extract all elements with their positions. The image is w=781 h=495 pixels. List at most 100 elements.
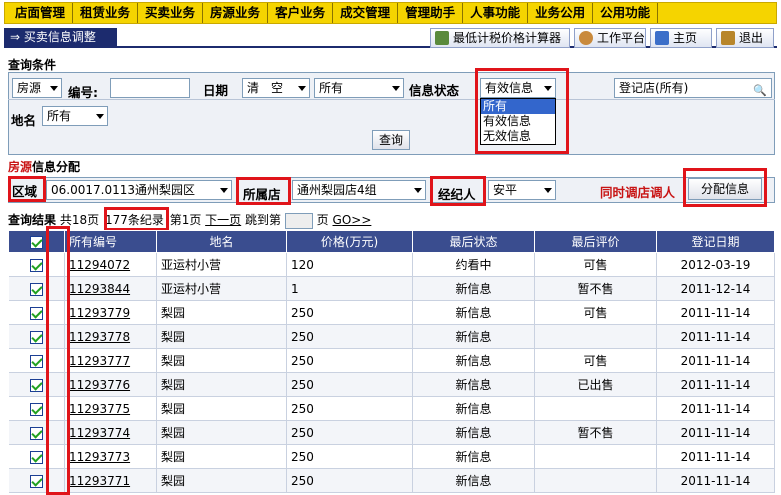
row-checkbox[interactable] <box>29 474 43 488</box>
cell-date: 2011-11-14 <box>656 348 775 373</box>
menu-item-rental[interactable]: 租赁业务 <box>73 3 139 23</box>
cell-price: 250 <box>286 324 413 349</box>
page-title: ⇒ 买卖信息调整 <box>4 28 117 46</box>
page-input[interactable] <box>284 212 313 229</box>
select-all-checkbox[interactable] <box>30 235 43 249</box>
number-input[interactable] <box>110 78 190 98</box>
row-checkbox[interactable] <box>29 450 43 464</box>
go-link[interactable]: GO>> <box>333 213 372 227</box>
table-row[interactable]: 11293773 梨园 250 新信息 2011-11-14 <box>8 444 775 469</box>
cell-last-review: 已出售 <box>534 372 657 397</box>
cell-id[interactable]: 11293773 <box>64 444 157 469</box>
menu-item-deals[interactable]: 成交管理 <box>333 3 399 23</box>
menu-item-business-common[interactable]: 业务公用 <box>528 3 594 23</box>
menu-item-listings[interactable]: 房源业务 <box>203 3 269 23</box>
store-select[interactable]: 通州梨园店4组 <box>292 180 426 200</box>
type-select[interactable]: 房源 <box>12 78 62 98</box>
store-filter-select[interactable]: 登记店(所有) 🔍 <box>614 78 772 98</box>
cell-place: 亚运村小营 <box>156 252 287 277</box>
row-checkbox[interactable] <box>29 282 43 296</box>
listing-id-link[interactable]: 11293778 <box>69 330 130 344</box>
cell-id[interactable]: 11293779 <box>64 300 157 325</box>
menu-item-store[interactable]: 店面管理 <box>5 3 74 23</box>
home-button[interactable]: 主页 <box>650 28 712 48</box>
header-date[interactable]: 登记日期 <box>656 230 775 253</box>
cell-id[interactable]: 11294072 <box>64 252 157 277</box>
cell-price: 250 <box>286 300 413 325</box>
date-label: 日期 <box>203 83 229 98</box>
calculator-button[interactable]: 最低计税价格计算器 <box>430 28 570 48</box>
cell-id[interactable]: 11293844 <box>64 276 157 301</box>
cell-last-review: 暂不售 <box>534 420 657 445</box>
cell-place: 梨园 <box>156 444 287 469</box>
cell-price: 250 <box>286 444 413 469</box>
table-row[interactable]: 11293774 梨园 250 新信息 暂不售 2011-11-14 <box>8 420 775 445</box>
table-body: 11294072 亚运村小营 120 约看中 可售 2012-03-19 11293844 亚… <box>8 252 775 493</box>
table-row[interactable]: 11293776 梨园 250 新信息 已出售 2011-11-14 <box>8 372 775 397</box>
clear-select[interactable]: 清 空 <box>242 78 310 98</box>
results-table: 所有编号 地名 价格(万元) 最后状态 最后评价 登记日期 11294072 亚运… <box>8 230 775 493</box>
menu-item-assistant[interactable]: 管理助手 <box>398 3 464 23</box>
listing-id-link[interactable]: 11293771 <box>69 474 130 488</box>
listing-id-link[interactable]: 11293779 <box>69 306 130 320</box>
row-checkbox[interactable] <box>29 330 43 344</box>
table-row[interactable]: 11293779 梨园 250 新信息 可售 2011-11-14 <box>8 300 775 325</box>
table-row[interactable]: 11293844 亚运村小营 1 新信息 暂不售 2011-12-14 <box>8 276 775 301</box>
cell-id[interactable]: 11293775 <box>64 396 157 421</box>
menu-item-clients[interactable]: 客户业务 <box>268 3 334 23</box>
table-row[interactable]: 11293775 梨园 250 新信息 2011-11-14 <box>8 396 775 421</box>
header-id[interactable]: 所有编号 <box>64 230 157 253</box>
table-row[interactable]: 11293778 梨园 250 新信息 2011-11-14 <box>8 324 775 349</box>
cell-last-review <box>534 324 657 349</box>
next-page-link[interactable]: 下一页 <box>205 213 241 227</box>
row-checkbox[interactable] <box>29 402 43 416</box>
menu-item-hr[interactable]: 人事功能 <box>463 3 529 23</box>
row-checkbox[interactable] <box>29 426 43 440</box>
cell-id[interactable]: 11293771 <box>64 468 157 493</box>
row-checkbox[interactable] <box>29 258 43 272</box>
row-checkbox[interactable] <box>29 354 43 368</box>
cell-id[interactable]: 11293778 <box>64 324 157 349</box>
listing-id-link[interactable]: 11293774 <box>69 426 130 440</box>
area-select[interactable]: 06.0017.0113通州梨园区 <box>46 180 232 200</box>
header-last-status[interactable]: 最后状态 <box>412 230 535 253</box>
place-select[interactable]: 所有 <box>42 106 108 126</box>
cell-id[interactable]: 11293777 <box>64 348 157 373</box>
highlight-checkbox-column <box>46 226 70 495</box>
logout-icon <box>721 31 735 45</box>
cell-id[interactable]: 11293774 <box>64 420 157 445</box>
header-place[interactable]: 地名 <box>156 230 287 253</box>
cell-place: 梨园 <box>156 300 287 325</box>
row-checkbox[interactable] <box>29 306 43 320</box>
table-row[interactable]: 11294072 亚运村小营 120 约看中 可售 2012-03-19 <box>8 252 775 277</box>
cell-price: 250 <box>286 348 413 373</box>
row-checkbox[interactable] <box>29 378 43 392</box>
table-row[interactable]: 11293771 梨园 250 新信息 2011-11-14 <box>8 468 775 493</box>
header-last-review[interactable]: 最后评价 <box>534 230 657 253</box>
table-row[interactable]: 11293777 梨园 250 新信息 可售 2011-11-14 <box>8 348 775 373</box>
menu-item-common[interactable]: 公用功能 <box>593 3 659 23</box>
cell-last-status: 约看中 <box>412 252 535 277</box>
header-price[interactable]: 价格(万元) <box>286 230 413 253</box>
highlight-assign <box>683 168 767 207</box>
date-range-select[interactable]: 所有 <box>314 78 404 98</box>
cell-place: 亚运村小营 <box>156 276 287 301</box>
listing-id-link[interactable]: 11294072 <box>69 258 130 272</box>
cell-date: 2011-11-14 <box>656 396 775 421</box>
listing-id-link[interactable]: 11293777 <box>69 354 130 368</box>
chevron-down-icon <box>392 86 400 91</box>
menu-item-sales[interactable]: 买卖业务 <box>138 3 204 23</box>
listing-id-link[interactable]: 11293776 <box>69 378 130 392</box>
cell-id[interactable]: 11293776 <box>64 372 157 397</box>
cell-last-status: 新信息 <box>412 444 535 469</box>
cell-last-status: 新信息 <box>412 396 535 421</box>
query-button[interactable]: 查询 <box>372 130 410 150</box>
listing-id-link[interactable]: 11293844 <box>69 282 130 296</box>
agent-select[interactable]: 安平 <box>488 180 556 200</box>
workbench-button[interactable]: 工作平台 <box>574 28 646 48</box>
listing-id-link[interactable]: 11293773 <box>69 450 130 464</box>
highlight-agent <box>430 176 486 206</box>
logout-button[interactable]: 退出 <box>716 28 774 48</box>
chevron-down-icon <box>414 188 422 193</box>
listing-id-link[interactable]: 11293775 <box>69 402 130 416</box>
